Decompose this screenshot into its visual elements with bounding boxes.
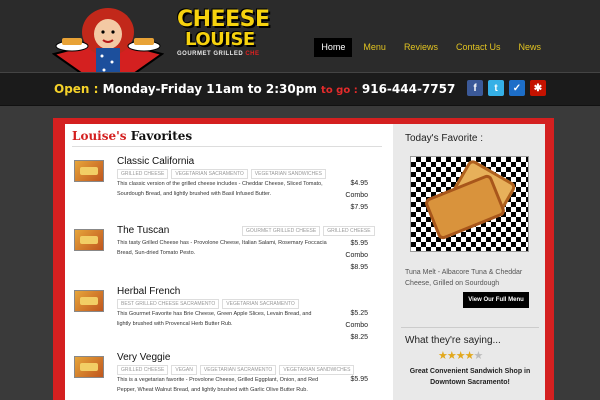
- menu-item-thumbnail[interactable]: [74, 290, 104, 312]
- nav-news[interactable]: News: [511, 38, 548, 57]
- menu-item-title[interactable]: The Tuscan: [117, 225, 169, 236]
- yelp-icon[interactable]: ✱: [530, 80, 546, 96]
- facebook-icon[interactable]: f: [467, 80, 483, 96]
- tag-link[interactable]: VEGETARIAN SACRAMENTO: [222, 299, 299, 309]
- menu-item: Herbal French BEST GRILLED CHEESE SACRAM…: [72, 286, 382, 348]
- menu-item-thumbnail[interactable]: [74, 229, 104, 251]
- menu-item-description: This classic version of the grilled chee…: [117, 181, 323, 197]
- nav-reviews[interactable]: Reviews: [397, 38, 445, 57]
- social-links: f t ✓ ✱: [467, 80, 546, 96]
- menu-item-description: This is a vegetarian favorite - Provolon…: [117, 377, 319, 393]
- favorites-heading-owner: Louise's: [72, 129, 127, 143]
- tag-link[interactable]: BEST GRILLED CHEESE SACRAMENTO: [117, 299, 220, 309]
- menu-item-price: $5.95: [350, 374, 368, 386]
- combo-label: Combo: [345, 252, 368, 259]
- favorites-heading-label: Favorites: [130, 129, 193, 143]
- favorites-panel: Louise's Favorites Classic California GR…: [65, 124, 393, 400]
- sidebar: Today's Favorite : Tuna Melt - Albacore …: [393, 124, 545, 400]
- menu-item-tags: GRILLED CHEESE VEGAN VEGETARIAN SACRAMEN…: [117, 365, 355, 375]
- price-single: $5.25: [350, 310, 368, 317]
- menu-item-title[interactable]: Herbal French: [117, 286, 180, 297]
- menu-item-description: This tasty Grilled Cheese has - Provolon…: [117, 240, 327, 256]
- nav-home[interactable]: Home: [314, 38, 353, 57]
- main-nav: Home Menu Reviews Contact Us News: [314, 38, 548, 57]
- menu-item: Very Veggie GRILLED CHEESE VEGAN VEGETAR…: [72, 352, 382, 400]
- menu-item-tags: GOURMET GRILLED CHEESE GRILLED CHEESE: [242, 226, 375, 236]
- foursquare-icon[interactable]: ✓: [509, 80, 525, 96]
- star-rating: ★★★★★: [438, 349, 484, 362]
- favorites-heading: Louise's Favorites: [72, 129, 192, 143]
- review-quote: Great Convenient Sandwich Shop in Downto…: [409, 368, 531, 386]
- testimonials-title: What they're saying...: [405, 335, 501, 346]
- heading-divider: [72, 146, 382, 147]
- price-combo: $8.25: [350, 334, 368, 341]
- price-combo: $8.95: [350, 264, 368, 271]
- menu-item-price: $5.95 Combo $8.95: [345, 238, 368, 274]
- todays-favorite-image[interactable]: [410, 156, 529, 252]
- price-combo: $7.95: [350, 204, 368, 211]
- hours-line: Open : Monday-Friday 11am to 2:30pm to g…: [54, 82, 455, 96]
- star-icon: ★: [464, 350, 475, 362]
- tag-link[interactable]: VEGAN: [171, 365, 197, 375]
- twitter-icon[interactable]: t: [488, 80, 504, 96]
- tag-link[interactable]: VEGETARIAN SACRAMENTO: [199, 365, 277, 375]
- tag-link[interactable]: GOURMET GRILLED CHEESE: [242, 226, 321, 236]
- menu-item-thumbnail[interactable]: [74, 160, 104, 182]
- open-hours: Monday-Friday 11am to 2:30pm: [102, 82, 317, 96]
- phone-number[interactable]: 916-444-7757: [362, 82, 455, 96]
- tag-link[interactable]: GRILLED CHEESE: [117, 365, 169, 375]
- menu-item-tags: GRILLED CHEESE VEGETARIAN SACRAMENTO VEG…: [117, 169, 326, 179]
- sidebar-divider: [401, 327, 539, 328]
- nav-contact-us[interactable]: Contact Us: [449, 38, 508, 57]
- logo-word-cheese: CHEESE: [177, 7, 270, 32]
- view-full-menu-button[interactable]: View Our Full Menu: [463, 292, 529, 308]
- star-icon: ★: [446, 350, 457, 362]
- nav-menu[interactable]: Menu: [356, 38, 393, 57]
- open-label: Open :: [54, 82, 99, 96]
- price-single: $5.95: [350, 240, 368, 247]
- site-header: CHEESE LOUISE GOURMET GRILLED CHE Home M…: [0, 0, 600, 92]
- menu-item-description: This Gourmet Favorite has Brie Cheese, G…: [117, 311, 312, 327]
- menu-item-thumbnail[interactable]: [74, 356, 104, 378]
- to-go-label: to go :: [321, 85, 358, 96]
- menu-item: Classic California GRILLED CHEESE VEGETA…: [72, 156, 382, 218]
- menu-item-tags: BEST GRILLED CHEESE SACRAMENTO VEGETARIA…: [117, 299, 299, 309]
- tag-link[interactable]: VEGETARIAN SACRAMENTO: [171, 169, 248, 179]
- tag-link[interactable]: GRILLED CHEESE: [323, 226, 375, 236]
- star-icon: ★: [438, 350, 448, 362]
- todays-favorite-title: Today's Favorite :: [405, 133, 484, 144]
- logo-tagline: GOURMET GRILLED CHE: [177, 51, 273, 57]
- star-icon: ★: [455, 350, 466, 362]
- logo-tagline-red: CHE: [245, 51, 260, 57]
- price-single: $5.95: [350, 376, 368, 383]
- star-empty-icon: ★: [473, 350, 484, 362]
- sandwich-half-front: [423, 173, 507, 241]
- todays-favorite-caption: Tuna Melt - Albacore Tuna & Cheddar Chee…: [405, 269, 523, 287]
- menu-item-price: $4.95 Combo $7.95: [345, 178, 368, 214]
- combo-label: Combo: [345, 192, 368, 199]
- combo-label: Combo: [345, 322, 368, 329]
- menu-item-title[interactable]: Very Veggie: [117, 352, 170, 363]
- logo-tagline-text: GOURMET GRILLED: [177, 51, 244, 57]
- menu-item: The Tuscan GOURMET GRILLED CHEESE GRILLE…: [72, 225, 382, 287]
- logo-word-louise: LOUISE: [185, 29, 255, 50]
- menu-item-title[interactable]: Classic California: [117, 156, 194, 167]
- menu-item-price: $5.25 Combo $8.25: [345, 308, 368, 344]
- tag-link[interactable]: VEGETARIAN SANDWICHES: [279, 365, 355, 375]
- tag-link[interactable]: GRILLED CHEESE: [117, 169, 169, 179]
- price-single: $4.95: [350, 180, 368, 187]
- brand-logo[interactable]: CHEESE LOUISE GOURMET GRILLED CHE: [177, 9, 273, 61]
- tag-link[interactable]: VEGETARIAN SANDWICHES: [250, 169, 326, 179]
